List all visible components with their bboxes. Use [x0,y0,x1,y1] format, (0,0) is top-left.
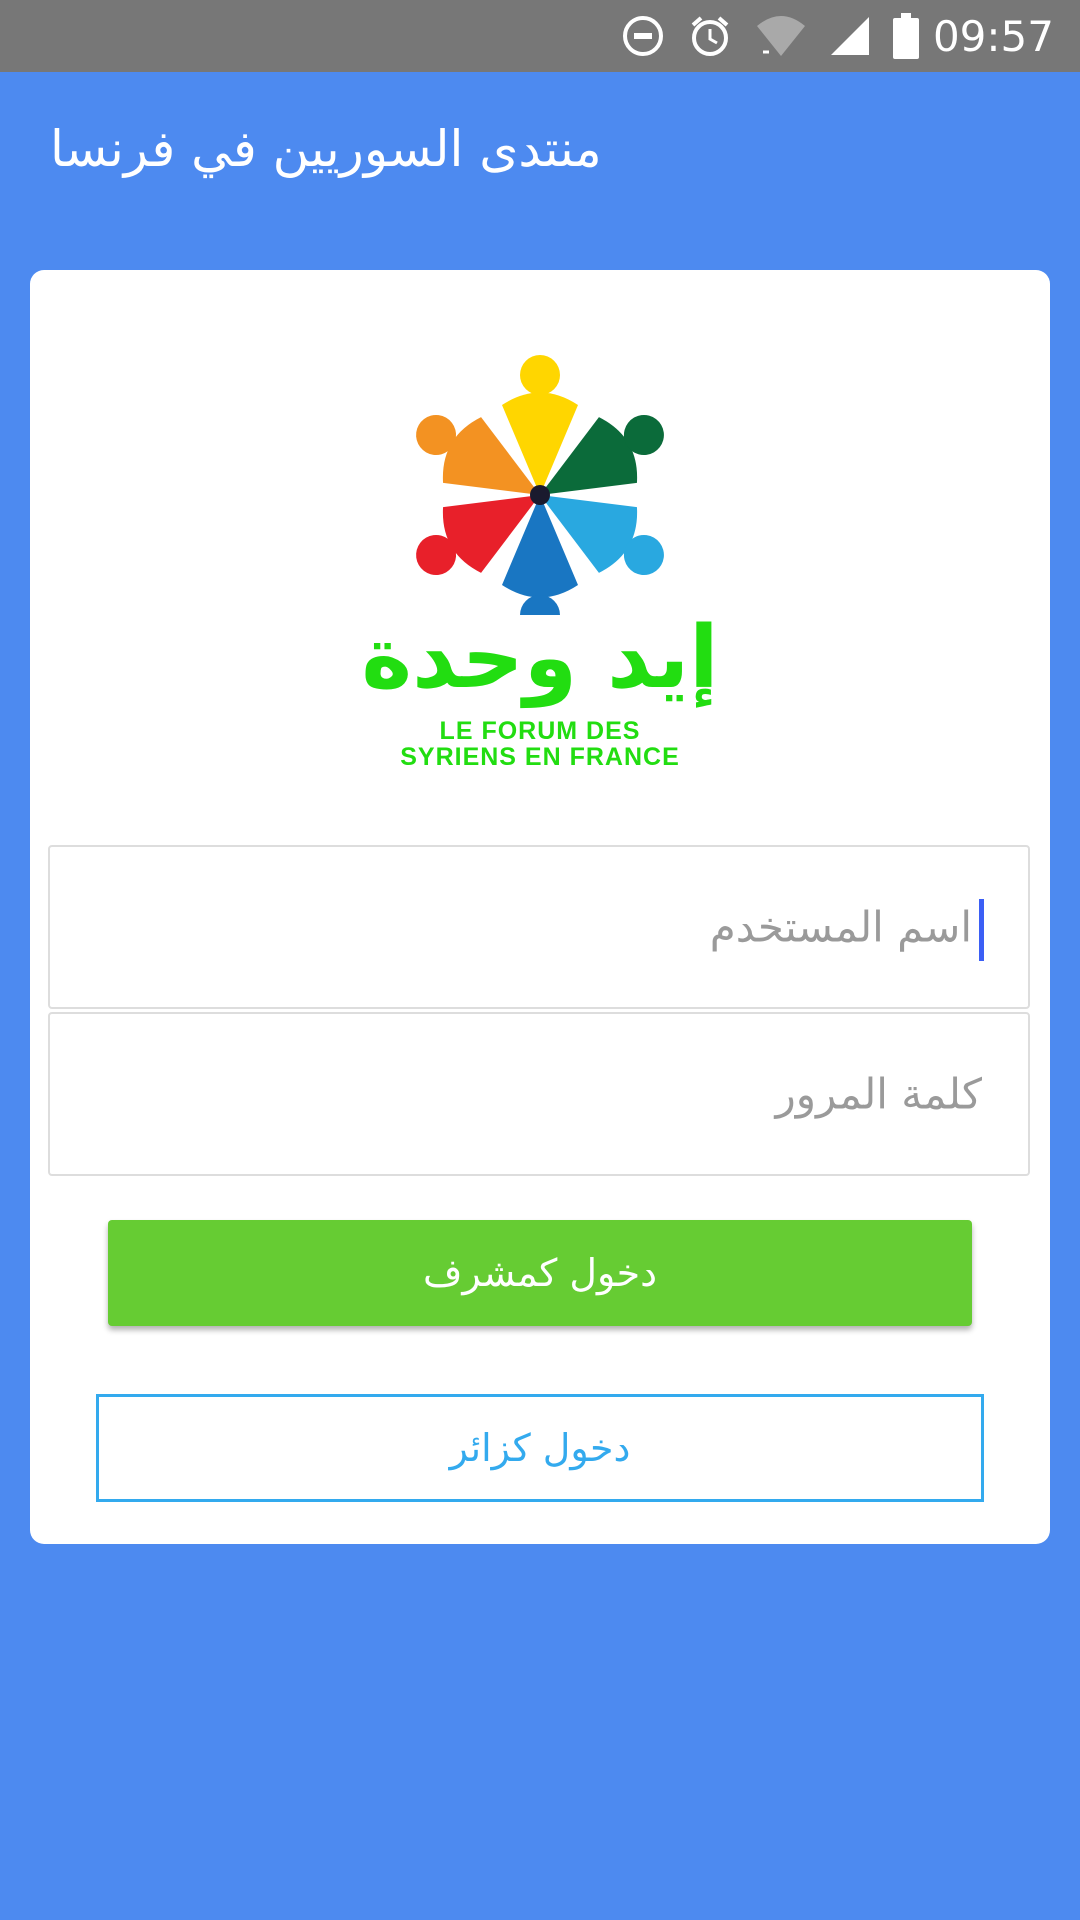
visitor-login-button[interactable]: دخول كزائر [96,1394,984,1502]
password-field[interactable]: كلمة المرور [48,1012,1030,1176]
do-not-disturb-icon [621,14,665,58]
username-field[interactable]: اسم المستخدم [48,845,1030,1009]
logo-subtitle-line2: SYRIENS EN FRANCE [400,743,680,771]
text-cursor [979,899,984,961]
logo-subtitle-line1: LE FORUM DES [439,717,641,745]
status-time: 09:57 [932,11,1054,61]
logo-arabic-text: إيد وحدة [361,608,719,708]
password-placeholder: كلمة المرور [775,1069,982,1119]
status-bar: 09:57 [0,0,1080,72]
alarm-icon [687,13,733,59]
people-circle-logo-icon [416,355,664,635]
app-bar: منتدى السوريين في فرنسا [0,72,1080,232]
forum-logo: إيد وحدة LE FORUM DES SYRIENS EN FRANCE [330,345,750,771]
wifi-icon [755,14,807,58]
battery-icon [892,13,919,59]
app-title: منتدى السوريين في فرنسا [50,120,602,178]
login-card: إيد وحدة LE FORUM DES SYRIENS EN FRANCE … [30,270,1050,1544]
admin-login-button[interactable]: دخول كمشرف [108,1220,972,1326]
signal-icon [829,15,871,57]
username-placeholder: اسم المستخدم [709,902,972,952]
